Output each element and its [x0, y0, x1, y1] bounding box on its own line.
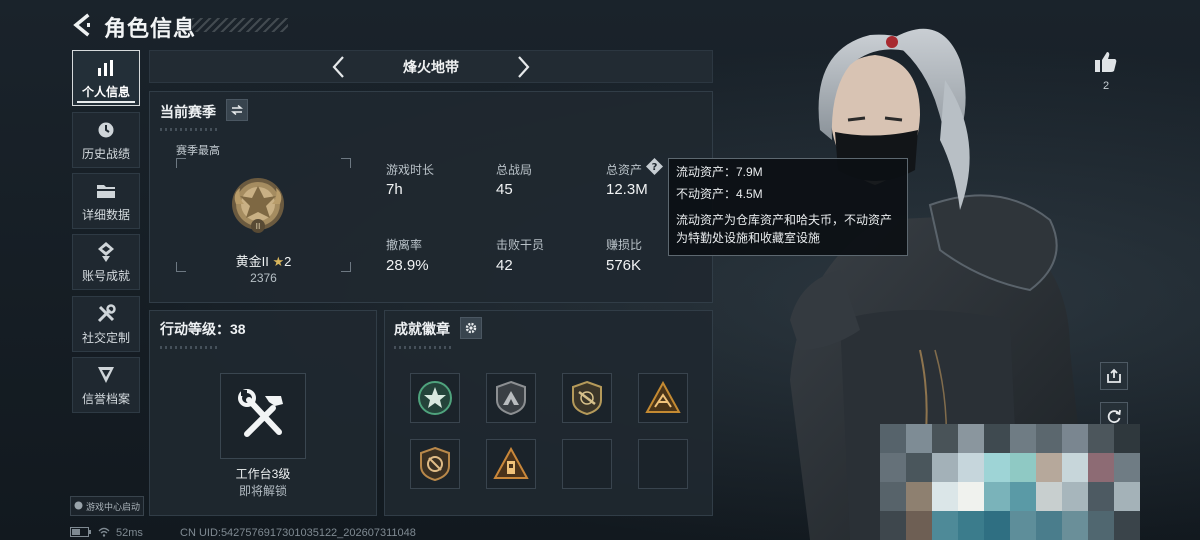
tooltip-fixed-assets: 不动资产：4.5M — [676, 187, 763, 201]
badge-slot-3[interactable] — [562, 373, 612, 423]
season-title: 当前赛季 — [160, 104, 216, 120]
chevron-left-icon — [332, 56, 344, 78]
rank-score: 2376 — [250, 271, 277, 285]
help-icon[interactable]: ? — [646, 158, 663, 175]
action-level-title: 行动等级：38 — [160, 321, 246, 337]
stat-value-extract-rate: 28.9% — [386, 257, 429, 274]
stat-value-kills: 42 — [496, 257, 513, 274]
stat-value-total-matches: 45 — [496, 181, 513, 198]
gold-rank-emblem: II — [230, 176, 286, 236]
tower-triangle-icon — [493, 447, 529, 479]
rank-name: 黄金II — [235, 254, 269, 269]
star-badge-icon — [418, 381, 452, 415]
mountain-shield-icon — [496, 380, 526, 416]
slash-shield-icon — [420, 446, 450, 482]
stat-label-playtime: 游戏时长 — [386, 163, 435, 177]
refresh-icon — [1107, 409, 1121, 424]
battery-icon — [70, 526, 92, 540]
divider-dots — [394, 346, 454, 349]
clock-icon — [95, 119, 117, 141]
folder-icon — [95, 180, 117, 202]
badges-title: 成就徽章 — [394, 321, 450, 337]
nav-label: 信誉档案 — [81, 391, 130, 406]
player-uid: CN UID:5427576917301035122_202607311048 — [180, 527, 416, 539]
thumbs-up-icon — [1095, 52, 1117, 72]
mode-prev-button[interactable] — [326, 55, 350, 79]
tooltip-description-line2: 为特勤处设施和收藏室设施 — [676, 231, 821, 245]
shield-icon — [95, 364, 117, 386]
star-icon: ★ — [272, 254, 285, 269]
back-button[interactable] — [68, 10, 96, 40]
badge-slot-4[interactable] — [638, 373, 688, 423]
stat-value-playtime: 7h — [386, 181, 403, 198]
tooltip-description-line1: 流动资产为仓库资产和哈夫币，不动资产 — [676, 213, 893, 227]
nav-item-achievements[interactable]: 账号成就 — [72, 234, 140, 290]
stat-value-total-assets: 12.3M — [606, 181, 648, 198]
badge-slot-empty[interactable] — [638, 439, 688, 489]
tools-icon — [95, 303, 117, 325]
gear-icon — [465, 322, 477, 334]
nav-label: 社交定制 — [81, 330, 130, 345]
badge-slot-2[interactable] — [486, 373, 536, 423]
hammer-wrench-icon — [238, 389, 283, 437]
game-center-label: 游戏中心启动 — [85, 501, 140, 512]
status-bar: 52ms — [70, 526, 143, 540]
wifi-icon — [98, 527, 110, 540]
rifle-shield-icon — [572, 380, 602, 416]
stat-value-profit-ratio: 576K — [606, 257, 642, 274]
nav-item-reputation[interactable]: 信誉档案 — [72, 357, 140, 413]
bird-triangle-icon — [645, 381, 681, 413]
divider-dots — [160, 346, 220, 349]
workbench-state: 即将解锁 — [238, 484, 287, 498]
workbench-name: 工作台3级 — [235, 467, 291, 481]
chevron-right-icon — [518, 56, 530, 78]
stat-label-kills: 击败干员 — [496, 238, 545, 252]
svg-text:II: II — [256, 222, 261, 231]
pixelated-area — [880, 424, 1140, 540]
nav-item-match-history[interactable]: 历史战绩 — [72, 112, 140, 168]
nav-label: 详细数据 — [81, 207, 130, 222]
mode-next-button[interactable] — [512, 55, 536, 79]
stat-label-profit-ratio: 赚损比 — [606, 238, 643, 252]
season-switch-button[interactable] — [226, 99, 248, 121]
nav-label: 历史战绩 — [81, 146, 130, 161]
rank-stars: 2 — [284, 254, 292, 269]
badges-settings-button[interactable] — [460, 317, 482, 339]
stat-label-total-matches: 总战局 — [496, 163, 533, 177]
nav-item-detailed-data[interactable]: 详细数据 — [72, 173, 140, 229]
swap-icon — [231, 105, 243, 115]
badge-slot-5[interactable] — [410, 439, 460, 489]
like-button[interactable] — [1090, 48, 1122, 76]
ping: 52ms — [116, 527, 143, 539]
assets-tooltip: 流动资产：7.9M 不动资产：4.5M 流动资产为仓库资产和哈夫币，不动资产 为… — [668, 158, 908, 256]
svg-text:?: ? — [652, 162, 658, 173]
nav-label: 个人信息 — [81, 84, 130, 99]
back-arrow-icon — [73, 13, 90, 37]
game-center-launch[interactable]: 游戏中心启动 — [70, 496, 144, 516]
nav-item-social-custom[interactable]: 社交定制 — [72, 296, 140, 352]
share-icon — [1107, 368, 1121, 383]
badge-slot-empty[interactable] — [562, 439, 612, 489]
mode-name: 烽火地带 — [403, 58, 459, 75]
nav-item-personal-info[interactable]: 个人信息 — [72, 50, 140, 106]
stat-label-extract-rate: 撤离率 — [386, 238, 423, 252]
badge-slot-1[interactable] — [410, 373, 460, 423]
divider-dots — [160, 128, 220, 131]
nav-label: 账号成就 — [81, 268, 130, 283]
tooltip-liquid-assets: 流动资产：7.9M — [676, 165, 763, 179]
workbench-card[interactable] — [220, 373, 306, 459]
medal-icon — [95, 241, 117, 263]
title-decoration — [192, 18, 288, 32]
game-center-icon — [74, 501, 83, 512]
season-best-label: 赛季最高 — [176, 145, 220, 157]
like-count: 2 — [1102, 80, 1110, 92]
mode-selector: 烽火地带 — [149, 50, 713, 83]
page-title: 角色信息 — [104, 16, 197, 41]
bar-chart-icon — [95, 57, 117, 79]
rank-name-row: 黄金II ★2 — [176, 251, 351, 270]
badge-slot-6[interactable] — [486, 439, 536, 489]
share-button[interactable] — [1100, 362, 1128, 390]
stat-label-total-assets: 总资产 — [606, 163, 643, 177]
